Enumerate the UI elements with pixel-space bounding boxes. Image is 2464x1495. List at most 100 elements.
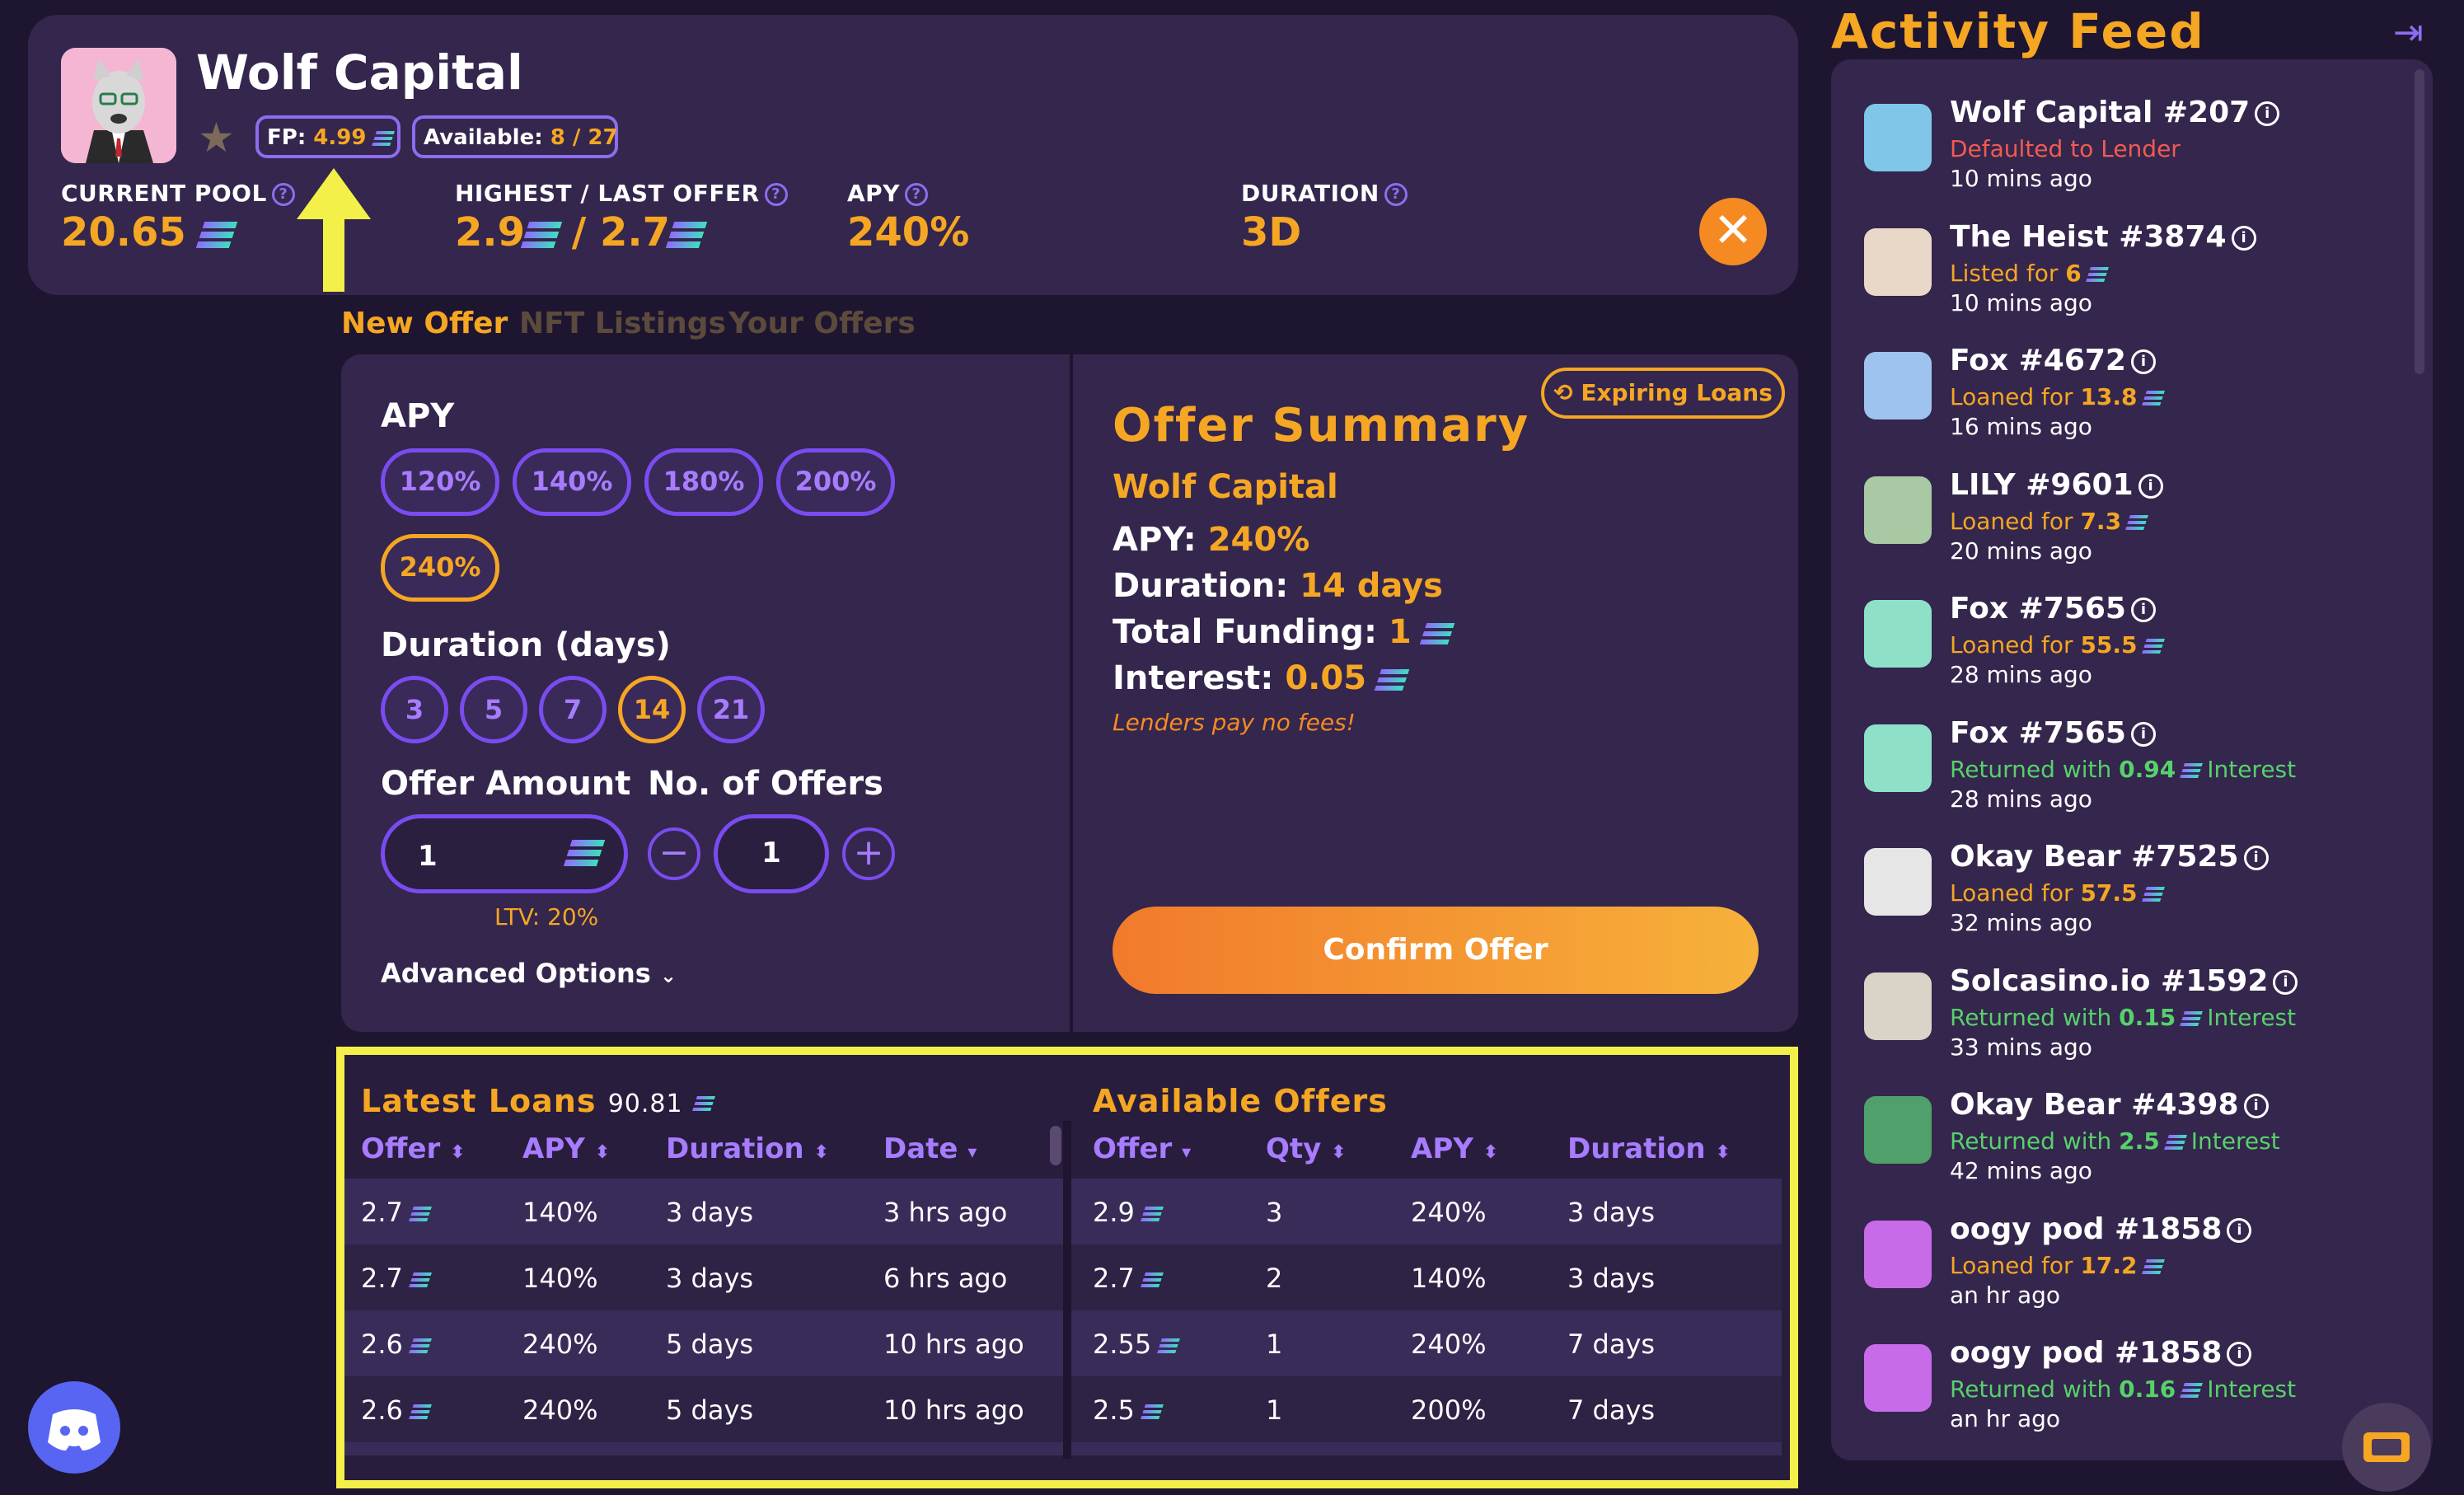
duration-stat-value: 3D (1241, 209, 1302, 255)
info-icon[interactable]: i (2243, 846, 2269, 870)
number-of-offers-label: No. of Offers (648, 765, 883, 803)
table-cell: 5 days (666, 1394, 754, 1426)
info-icon[interactable]: i (2243, 1094, 2269, 1118)
info-icon[interactable]: i (2130, 598, 2156, 622)
sort-icon: ⬍ (1331, 1142, 1347, 1163)
table-row[interactable]: 2.9 (1093, 1197, 1164, 1228)
sol-icon (2141, 887, 2165, 902)
feed-item-name: Okay Bear #4398 i (1950, 1088, 2269, 1122)
duration-option-21[interactable]: 21 (697, 676, 765, 743)
sort-down-icon: ▾ (1182, 1142, 1192, 1163)
summary-total-funding: Total Funding: 1 (1113, 613, 1455, 651)
offer-summary-title: Offer Summary (1113, 399, 1530, 452)
summary-duration: Duration: 14 days (1113, 567, 1443, 605)
increment-offers-button[interactable]: + (842, 827, 895, 880)
info-icon[interactable]: i (2255, 101, 2280, 126)
collapse-feed-icon[interactable]: ⇥ (2393, 12, 2424, 54)
table-scrollbar[interactable] (1050, 1126, 1061, 1165)
offer-amount-input[interactable]: 1 (381, 814, 628, 893)
latest-loans-title: Latest Loans 90.81 (361, 1083, 715, 1119)
number-of-offers-input[interactable]: 1 (714, 814, 829, 893)
sol-icon (195, 222, 237, 248)
apy-option-140[interactable]: 140% (513, 448, 631, 516)
col-header-qty[interactable]: Qty ⬍ (1266, 1132, 1347, 1165)
table-row[interactable]: 2.55 (1093, 1329, 1181, 1360)
table-row[interactable]: 2.6 (361, 1394, 432, 1426)
duration-option-7[interactable]: 7 (539, 676, 607, 743)
history-icon: ⟲ (1553, 379, 1573, 406)
sort-icon: ⬍ (594, 1142, 611, 1163)
help-icon[interactable]: ? (764, 183, 788, 206)
duration-option-14[interactable]: 14 (618, 676, 686, 743)
info-icon[interactable]: i (2138, 474, 2163, 499)
feed-item-status: Returned with 0.15 Interest (1950, 1004, 2297, 1031)
col-header-date[interactable]: Date ▾ (883, 1132, 977, 1165)
feed-item-status: Loaned for 7.3 (1950, 508, 2148, 535)
table-row[interactable]: 2.7 (361, 1197, 432, 1228)
feed-item-status: Returned with 0.94 Interest (1950, 756, 2297, 783)
feed-scrollbar[interactable] (2415, 69, 2424, 374)
table-cell: 6 hrs ago (883, 1263, 1008, 1294)
feed-item-avatar (1864, 228, 1932, 296)
feed-item-status: Listed for 6 (1950, 260, 2109, 287)
floor-price-label: FP: (267, 125, 307, 150)
table-cell: 240% (1411, 1329, 1487, 1360)
col-header-apy[interactable]: APY ⬍ (522, 1132, 610, 1165)
tab-your-offers[interactable]: Your Offers (728, 307, 916, 340)
table-cell: 10 hrs ago (883, 1394, 1024, 1426)
info-icon[interactable]: i (2130, 349, 2156, 374)
feed-item-status: Loaned for 57.5 (1950, 879, 2165, 907)
duration-stat-label: DURATION? (1241, 180, 1408, 207)
table-cell: 5 days (666, 1329, 754, 1360)
current-pool-value: 20.65 (61, 209, 237, 255)
apy-option-120[interactable]: 120% (381, 448, 499, 516)
decrement-offers-button[interactable]: − (648, 827, 700, 880)
sol-icon (1141, 1272, 1164, 1287)
advanced-options-toggle[interactable]: Advanced Options ⌄ (381, 958, 677, 989)
duration-option-3[interactable]: 3 (381, 676, 448, 743)
col-header-duration[interactable]: Duration ⬍ (666, 1132, 829, 1165)
help-icon[interactable]: ? (1384, 183, 1408, 206)
expiring-loans-button[interactable]: ⟲ Expiring Loans (1541, 368, 1785, 419)
ticket-button[interactable] (2342, 1403, 2431, 1492)
feed-item-time: 28 mins ago (1950, 661, 2092, 688)
tab-new-offer[interactable]: New Offer (341, 307, 508, 340)
table-cell: 3 days (1567, 1263, 1656, 1294)
duration-option-5[interactable]: 5 (460, 676, 527, 743)
help-icon[interactable]: ? (271, 183, 295, 206)
table-cell: 2 (1266, 1263, 1283, 1294)
table-cell: 3 days (666, 1197, 754, 1228)
confirm-offer-button[interactable]: Confirm Offer (1113, 907, 1759, 994)
col-header-offer[interactable]: Offer ⬍ (361, 1132, 466, 1165)
tab-nft-listings[interactable]: NFT Listings (519, 307, 726, 340)
info-icon[interactable]: i (2231, 226, 2256, 251)
sol-icon (409, 1404, 432, 1419)
feed-item-name: The Heist #3874 i (1950, 220, 2256, 254)
table-row[interactable]: 2.6 (361, 1329, 432, 1360)
feed-item-status: Loaned for 13.8 (1950, 383, 2165, 410)
floor-price-badge: FP: 4.99 (255, 115, 401, 158)
info-icon[interactable]: i (2130, 722, 2156, 747)
info-icon[interactable]: i (2273, 970, 2298, 995)
close-button[interactable]: ✕ (1699, 198, 1767, 265)
feed-item-time: 28 mins ago (1950, 785, 2092, 813)
discord-button[interactable] (28, 1381, 120, 1474)
table-cell: 140% (522, 1197, 598, 1228)
table-row[interactable]: 2.7 (361, 1263, 432, 1294)
collection-avatar (61, 48, 176, 163)
col-header-duration[interactable]: Duration ⬍ (1567, 1132, 1731, 1165)
col-header-offer[interactable]: Offer ▾ (1093, 1132, 1191, 1165)
col-header-apy[interactable]: APY ⬍ (1411, 1132, 1498, 1165)
apy-option-200[interactable]: 200% (776, 448, 895, 516)
sol-icon (2141, 1259, 2165, 1274)
apy-option-240[interactable]: 240% (381, 534, 499, 602)
table-cell: 3 days (1567, 1197, 1656, 1228)
info-icon[interactable]: i (2227, 1218, 2252, 1243)
table-cell: 240% (522, 1329, 598, 1360)
table-row[interactable]: 2.5 (1093, 1394, 1164, 1426)
apy-option-180[interactable]: 180% (644, 448, 763, 516)
info-icon[interactable]: i (2227, 1342, 2252, 1366)
help-icon[interactable]: ? (904, 183, 928, 206)
favorite-star-icon[interactable]: ★ (198, 114, 235, 162)
table-row[interactable]: 2.7 (1093, 1263, 1164, 1294)
